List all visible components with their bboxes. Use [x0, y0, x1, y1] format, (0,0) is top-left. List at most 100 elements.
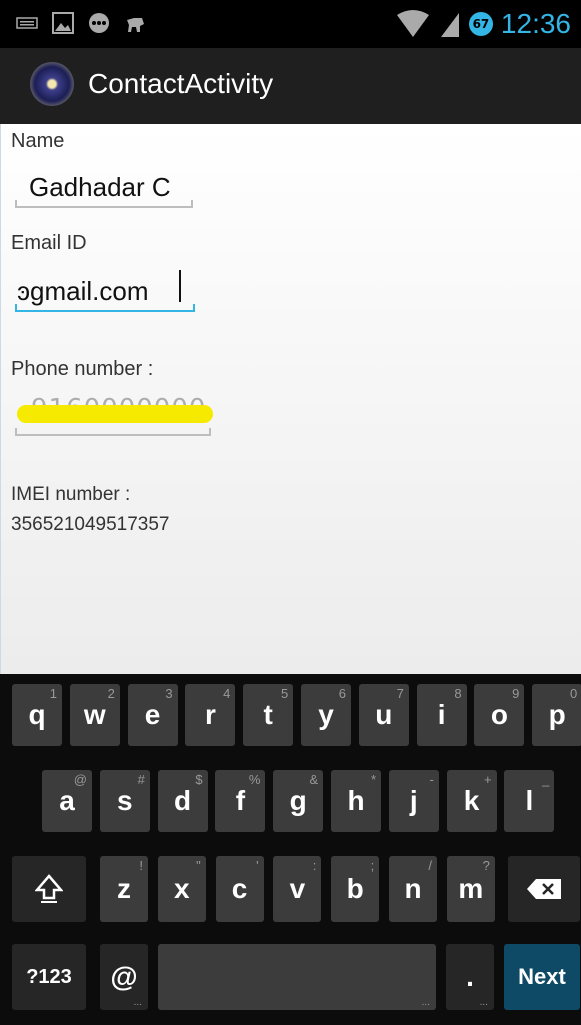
keyboard-icon — [16, 17, 38, 29]
key-o[interactable]: o9 — [474, 684, 525, 746]
key-z[interactable]: z! — [100, 856, 148, 922]
email-underline — [15, 304, 195, 312]
app-icon[interactable] — [30, 62, 74, 106]
key-label: v — [289, 873, 306, 904]
key-label: w — [83, 699, 106, 730]
key-hint: ' — [256, 858, 259, 873]
key-r[interactable]: r4 — [185, 684, 236, 746]
key-u[interactable]: u7 — [358, 684, 409, 746]
key-label: n — [404, 873, 422, 904]
imei-label: IMEI number : — [11, 484, 131, 505]
key-hint: - — [429, 772, 434, 787]
signal-icon — [440, 13, 459, 37]
period-key[interactable]: . ... — [446, 944, 494, 1010]
key-d[interactable]: d $ — [157, 770, 208, 832]
key-w[interactable]: w2 — [69, 684, 120, 746]
backspace-icon — [527, 879, 561, 899]
key-hint: " — [196, 858, 201, 873]
name-field[interactable]: Gadhadar C — [15, 160, 193, 210]
phone-underline — [15, 428, 211, 436]
key-label: h — [347, 785, 365, 816]
key-h[interactable]: h * — [331, 770, 381, 832]
key-g[interactable]: g & — [273, 770, 324, 832]
key-t[interactable]: t5 — [243, 684, 294, 746]
soft-keyboard: q1w2e3r4t5y6u7i8o9p0 a @ s # d $ f% g & h * j - k + l _ … — [0, 674, 581, 1025]
key-c[interactable]: c ' — [215, 856, 264, 922]
key-hint: ! — [139, 858, 143, 873]
key-i[interactable]: i8 — [416, 684, 467, 746]
wifi-icon — [396, 10, 429, 37]
name-value: Gadhadar C — [29, 172, 171, 202]
key-m[interactable]: m? — [446, 856, 495, 922]
key-label: x — [174, 873, 190, 904]
key-label: z — [117, 873, 131, 904]
key-j[interactable]: j- — [388, 770, 439, 832]
symbols-key[interactable]: ?123 — [12, 944, 86, 1010]
key-k[interactable]: k + — [446, 770, 497, 832]
key-hint: / — [428, 858, 432, 873]
key-p[interactable]: p0 — [532, 684, 581, 746]
key-hint: 5 — [280, 686, 289, 701]
key-label: k — [463, 785, 480, 816]
clock: 12:36 — [500, 8, 571, 39]
message-icon — [89, 13, 109, 33]
redaction-highlight — [17, 405, 213, 423]
name-label: Name — [11, 130, 65, 152]
gallery-icon — [52, 12, 74, 34]
key-b[interactable]: b; — [331, 856, 380, 922]
space-key[interactable]: ... — [158, 944, 436, 1010]
page-title: ContactActivity — [88, 68, 274, 99]
key-label: g — [289, 785, 307, 816]
backspace-key[interactable] — [508, 856, 580, 922]
email-value: ͽgmail.com — [17, 276, 149, 306]
key-a[interactable]: a @ — [42, 770, 92, 832]
key-s[interactable]: s # — [99, 770, 150, 832]
key-label: l — [525, 785, 534, 816]
key-hint: 7 — [396, 686, 404, 701]
key-hint: @ — [73, 772, 87, 787]
key-label: s — [117, 785, 133, 816]
key-hint: 2 — [107, 686, 115, 701]
key-hint: 6 — [338, 686, 346, 701]
key-q[interactable]: q1 — [12, 684, 62, 746]
key-label: f — [235, 785, 246, 816]
key-label: j — [409, 785, 418, 816]
key-hint: & — [309, 772, 319, 787]
key-hint: # — [137, 772, 145, 787]
key-f[interactable]: f% — [215, 770, 266, 832]
key-n[interactable]: n / — [389, 856, 437, 922]
action-bar: ContactActivity — [0, 48, 581, 126]
key-label: c — [231, 873, 248, 904]
key-hint: ; — [370, 858, 375, 873]
key-label: i — [437, 699, 446, 730]
email-field[interactable]: ͽgmail.com — [15, 262, 195, 314]
key-l[interactable]: l _ — [504, 770, 555, 832]
name-underline — [15, 200, 193, 208]
key-hint: 8 — [454, 686, 462, 701]
key-label: b — [346, 873, 364, 904]
android-debug-icon — [127, 18, 144, 32]
key-y[interactable]: y6 — [301, 684, 351, 746]
at-key[interactable]: @ ... — [100, 944, 148, 1010]
phone-label: Phone number : — [11, 358, 154, 380]
key-hint: * — [370, 772, 376, 787]
text-cursor — [179, 270, 181, 302]
key-x[interactable]: x " — [157, 856, 206, 922]
at-key-label: @ — [110, 961, 138, 992]
imei-value: 356521049517357 — [11, 514, 170, 535]
contact-form: Name Gadhadar C Email ID ͽgmail.com Phon… — [0, 124, 581, 674]
key-label: p — [548, 699, 566, 730]
key-hint: 3 — [165, 686, 173, 701]
key-label: r — [204, 699, 216, 730]
key-hint: 1 — [49, 686, 57, 701]
key-hint: : — [312, 858, 317, 873]
key-hint: _ — [542, 772, 550, 787]
period-key-label: . — [466, 961, 474, 992]
key-e[interactable]: e3 — [127, 684, 178, 746]
key-label: o — [490, 699, 508, 730]
key-label: q — [28, 699, 46, 730]
key-label: d — [174, 785, 192, 816]
shift-key[interactable] — [12, 856, 86, 922]
next-key[interactable]: Next — [504, 944, 580, 1010]
key-v[interactable]: v: — [273, 856, 322, 922]
